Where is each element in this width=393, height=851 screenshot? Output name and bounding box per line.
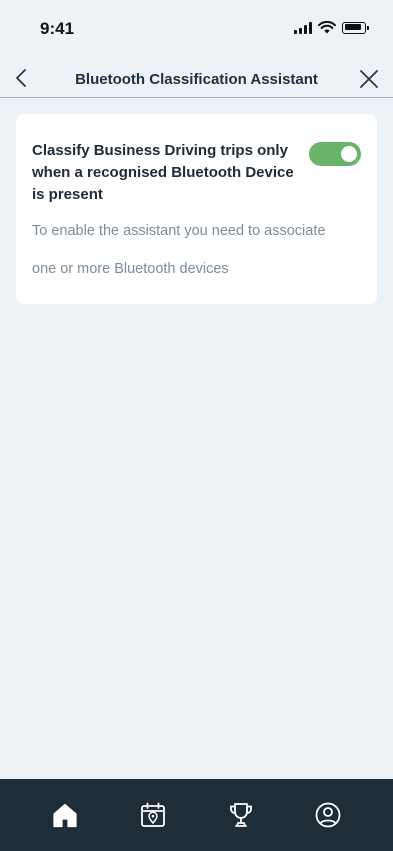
navigation-bar: Bluetooth Classification Assistant	[0, 60, 393, 98]
bluetooth-classification-toggle[interactable]	[309, 142, 361, 166]
setting-card: Classify Business Driving trips only whe…	[16, 114, 377, 304]
toggle-knob	[341, 146, 357, 162]
battery-icon	[342, 21, 369, 34]
calendar-location-icon	[141, 802, 165, 827]
tab-achievements[interactable]	[227, 801, 255, 829]
status-icons	[294, 21, 369, 34]
status-time: 9:41	[40, 19, 75, 38]
home-icon	[53, 803, 77, 828]
setting-heading: Classify Business Driving trips only whe…	[32, 142, 294, 203]
page-title: Bluetooth Classification Assistant	[75, 71, 318, 88]
tab-trips[interactable]	[139, 801, 167, 829]
tab-profile[interactable]	[314, 801, 342, 829]
cellular-signal-icon	[294, 21, 312, 34]
trophy-icon	[230, 803, 252, 827]
close-icon[interactable]	[360, 70, 378, 88]
status-bar: 9:41	[0, 0, 393, 60]
tab-home[interactable]	[51, 801, 79, 829]
setting-description: To enable the assistant you need to asso…	[32, 223, 326, 277]
bottom-tab-bar	[0, 779, 393, 851]
profile-icon	[315, 802, 341, 828]
wifi-icon	[318, 21, 336, 34]
